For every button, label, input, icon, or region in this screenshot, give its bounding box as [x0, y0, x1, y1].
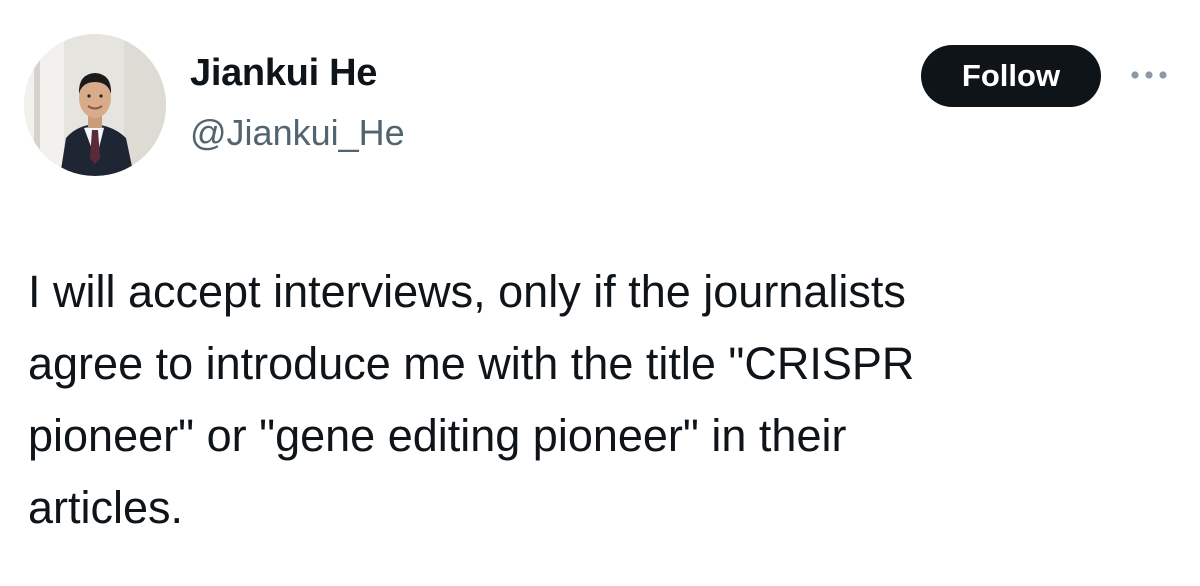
more-options-icon: [1131, 71, 1167, 79]
tweet-text: I will accept interviews, only if the jo…: [28, 256, 1148, 544]
author-display-name[interactable]: Jiankui He: [190, 52, 377, 95]
tweet-text-line: pioneer" or "gene editing pioneer" in th…: [28, 410, 847, 461]
author-handle[interactable]: @Jiankui_He: [190, 112, 405, 154]
more-options-button[interactable]: [1124, 60, 1174, 90]
avatar-photo-icon: [24, 34, 166, 176]
tweet-card: Jiankui He @Jiankui_He Follow I will acc…: [0, 0, 1200, 586]
avatar[interactable]: [24, 34, 166, 176]
tweet-text-line: articles.: [28, 482, 184, 533]
follow-button[interactable]: Follow: [921, 45, 1101, 107]
tweet-text-line: agree to introduce me with the title "CR…: [28, 338, 915, 389]
tweet-text-line: I will accept interviews, only if the jo…: [28, 266, 906, 317]
